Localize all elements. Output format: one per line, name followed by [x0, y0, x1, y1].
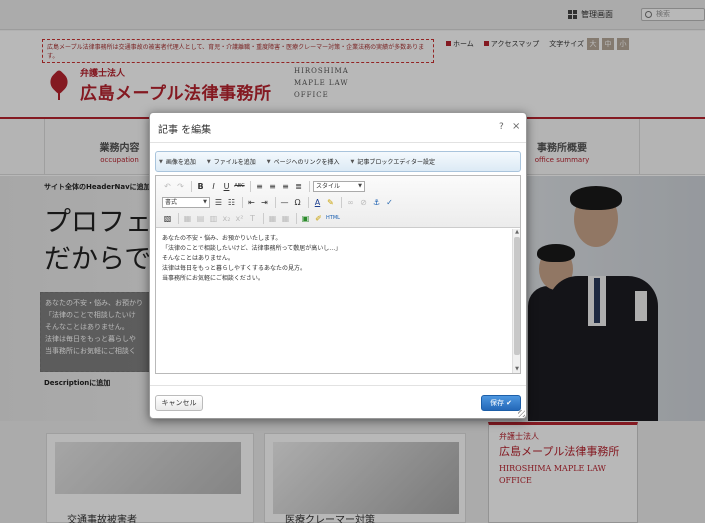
style-select[interactable]: スタイル ▼: [313, 180, 365, 192]
table-icon[interactable]: ▦: [182, 213, 193, 224]
edit-article-dialog: 記事 を編集 ? × ▼ 画像を追加 ▼ ファイルを追加 ▼ ページへのリンクを挿入 …: [149, 112, 527, 419]
chevron-down-icon: ▼: [203, 198, 207, 205]
insert-page-link-button[interactable]: ▼ ページへのリンクを挿入: [266, 157, 340, 167]
media-icon[interactable]: ▣: [300, 213, 311, 224]
edit-image-icon[interactable]: ▧: [162, 213, 173, 224]
unlink-icon[interactable]: ⊘: [358, 197, 369, 208]
outdent-icon[interactable]: ⇤: [246, 197, 257, 208]
bullet-list-icon[interactable]: ☰: [213, 197, 224, 208]
table-delete-icon[interactable]: ▦: [280, 213, 291, 224]
indent-icon[interactable]: ⇥: [259, 197, 270, 208]
triangle-down-icon: ▼: [206, 158, 211, 165]
dialog-title: 記事 を編集: [158, 125, 212, 136]
block-editor-settings-button[interactable]: ▼ 記事ブロックエディター設定: [350, 157, 435, 167]
content-line: あなたの不安・悩み、お預かりいたします。: [162, 235, 282, 242]
redo-icon[interactable]: ↷: [175, 181, 186, 192]
table-row-icon[interactable]: ▤: [195, 213, 206, 224]
numbered-list-icon[interactable]: ☷: [226, 197, 237, 208]
triangle-down-icon: ▼: [266, 158, 271, 165]
editor-scrollbar[interactable]: ▲ ▼: [512, 229, 520, 373]
scroll-up-icon[interactable]: ▲: [513, 229, 521, 236]
rich-text-editor: ↶ ↷ B I U ABC ≡ ≡ ≡ ≣ スタイル▼ 書式▼ ☰ ☷ ⇤: [155, 175, 521, 374]
resize-handle[interactable]: [518, 410, 525, 417]
underline-button[interactable]: U: [221, 181, 232, 192]
table-insert-icon[interactable]: ▦: [267, 213, 278, 224]
content-line: 「法律のことで相談したいけど、法律事務所って敷居が高いし…」: [162, 245, 342, 252]
content-line: 当事務所にお気軽にご相談ください。: [162, 275, 264, 282]
html-source-button[interactable]: HTML: [326, 213, 340, 224]
bold-button[interactable]: B: [195, 181, 206, 192]
dialog-footer: キャンセル 保存 ✔: [150, 385, 526, 418]
strikethrough-button[interactable]: ABC: [234, 181, 245, 192]
omega-icon[interactable]: Ω: [292, 197, 303, 208]
content-line: そんなことはありません。: [162, 255, 234, 262]
dialog-header: 記事 を編集 ? ×: [150, 113, 526, 143]
cell-merge-icon[interactable]: ▥: [208, 213, 219, 224]
text-color-icon[interactable]: A: [312, 197, 323, 208]
horizontal-rule-icon[interactable]: —: [279, 197, 290, 208]
subscript-icon[interactable]: x₂: [221, 213, 232, 224]
superscript-icon[interactable]: x²: [234, 213, 245, 224]
link-icon[interactable]: ∞: [345, 197, 356, 208]
align-center-icon[interactable]: ≡: [267, 181, 278, 192]
editor-content[interactable]: あなたの不安・悩み、お預かりいたします。 「法律のことで相談したいけど、法律事務…: [156, 229, 512, 373]
chevron-down-icon: ▼: [358, 182, 362, 189]
help-icon[interactable]: ?: [499, 122, 504, 132]
cleanup-icon[interactable]: ✐: [313, 213, 324, 224]
content-line: 法律は毎日をもっと暮らしやすくするあなたの見方。: [162, 265, 306, 272]
undo-icon[interactable]: ↶: [162, 181, 173, 192]
editor-toolbar: ↶ ↷ B I U ABC ≡ ≡ ≡ ≣ スタイル▼ 書式▼ ☰ ☷ ⇤: [156, 176, 520, 228]
align-left-icon[interactable]: ≡: [254, 181, 265, 192]
align-right-icon[interactable]: ≡: [280, 181, 291, 192]
spellcheck-icon[interactable]: ✓: [384, 197, 395, 208]
add-file-button[interactable]: ▼ ファイルを追加: [206, 157, 256, 167]
italic-button[interactable]: I: [208, 181, 219, 192]
anchor-icon[interactable]: ⚓: [371, 197, 382, 208]
close-icon[interactable]: ×: [512, 121, 520, 132]
cancel-button[interactable]: キャンセル: [155, 395, 203, 411]
highlight-icon[interactable]: ✎: [325, 197, 336, 208]
align-justify-icon[interactable]: ≣: [293, 181, 304, 192]
triangle-down-icon: ▼: [350, 158, 355, 165]
format-select[interactable]: 書式 ▼: [162, 196, 210, 208]
clear-format-icon[interactable]: T: [247, 213, 258, 224]
block-toolbar: ▼ 画像を追加 ▼ ファイルを追加 ▼ ページへのリンクを挿入 ▼ 記事ブロックエディタ…: [155, 151, 521, 172]
triangle-down-icon: ▼: [159, 158, 163, 165]
scroll-thumb[interactable]: [514, 237, 520, 355]
save-button[interactable]: 保存 ✔: [481, 395, 521, 411]
scroll-down-icon[interactable]: ▼: [513, 366, 521, 373]
add-image-button[interactable]: ▼ 画像を追加: [159, 157, 196, 167]
